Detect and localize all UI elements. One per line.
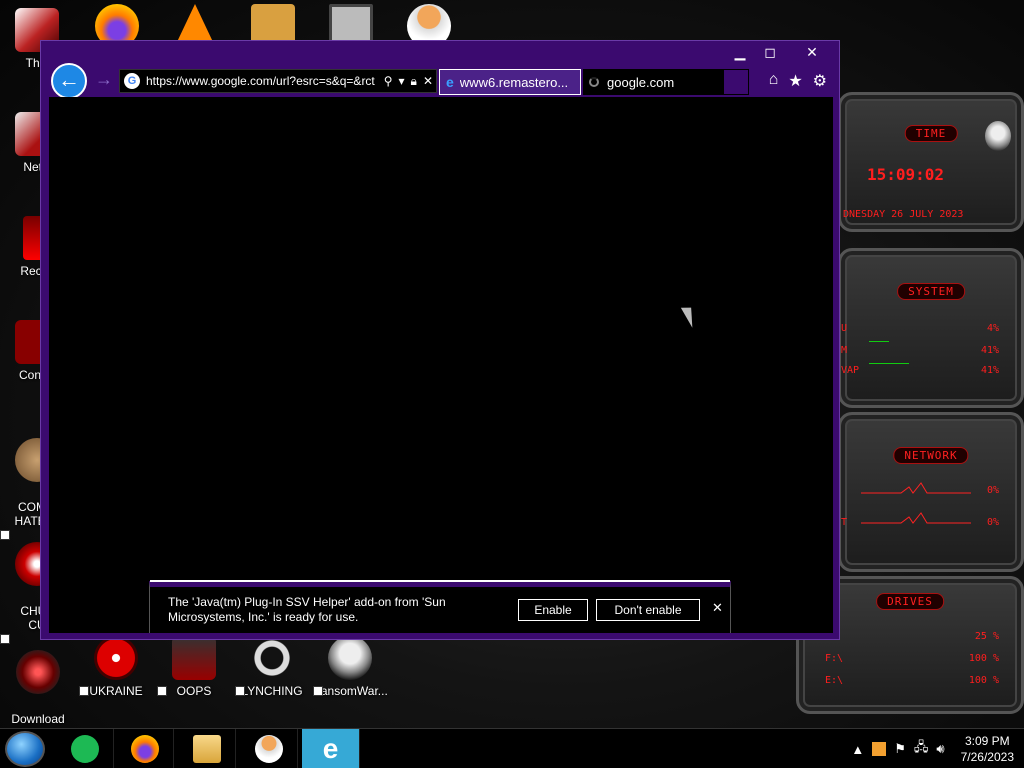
- minimize-button[interactable]: ▁: [725, 41, 755, 63]
- desktop-icon-ukraine[interactable]: UKRAINE: [77, 636, 155, 698]
- tab-google[interactable]: google.com: [583, 69, 723, 95]
- notification-close-icon[interactable]: ✕: [712, 600, 723, 616]
- browser-window: ▁ ◻ ✕ ← → G https://www.google.com/url?e…: [40, 40, 840, 640]
- loading-spinner-icon: [589, 77, 599, 87]
- time-gadget: TIME 15:09:02 DNESDAY 26 JULY 2023: [838, 92, 1024, 232]
- skull-icon: [313, 636, 372, 696]
- time-gadget-title: TIME: [904, 125, 958, 142]
- close-button[interactable]: ✕: [785, 41, 839, 63]
- taskbar-user-app[interactable]: [240, 729, 298, 768]
- folder-icon: [192, 735, 221, 763]
- sprouts-icon: [70, 735, 99, 763]
- noose-icon: [235, 636, 294, 696]
- user-icon: [254, 735, 283, 763]
- taskbar-file-explorer[interactable]: [178, 729, 236, 768]
- system-tray: ▲ ⚑ 🖧︎ 🔊︎ 3:09 PM 7/26/2023: [851, 729, 1024, 768]
- system-row-value: 41%: [980, 345, 999, 356]
- new-tab-button[interactable]: [723, 69, 749, 95]
- back-button[interactable]: ←: [51, 63, 87, 99]
- address-url[interactable]: https://www.google.com/url?esrc=s&q=&rct: [146, 74, 381, 88]
- system-bar: [869, 341, 889, 342]
- taskbar-firefox[interactable]: [116, 729, 174, 768]
- network-gadget-title: NETWORK: [893, 447, 969, 464]
- drives-row-label: E:\: [825, 675, 844, 686]
- tab-title: www6.remastero...: [459, 74, 569, 90]
- alien-skull-icon: [985, 121, 1011, 151]
- taskbar-sprouts[interactable]: [56, 729, 114, 768]
- page-content: [49, 97, 833, 633]
- drives-gadget-title: DRIVES: [876, 593, 944, 610]
- firefox-icon: [130, 735, 159, 763]
- drives-row-value: 100 %: [968, 653, 999, 664]
- system-gadget: SYSTEM U 4% M 41% VAP 41%: [838, 248, 1024, 408]
- system-row-label: M: [841, 345, 848, 356]
- volume-icon[interactable]: 🔊︎: [936, 741, 944, 757]
- desktop-icon-lynching[interactable]: LYNCHING: [233, 636, 311, 698]
- address-bar[interactable]: G https://www.google.com/url?esrc=s&q=&r…: [119, 69, 437, 93]
- action-center-flag-icon[interactable]: ⚑: [894, 741, 906, 757]
- forward-button[interactable]: →: [95, 69, 113, 90]
- drives-row-value: 100 %: [968, 675, 999, 686]
- network-graph: [861, 482, 971, 524]
- network-row-label: T: [841, 517, 848, 528]
- drives-row-label: F:\: [825, 653, 844, 664]
- drives-row-value: 25 %: [974, 631, 999, 642]
- system-row-label: VAP: [841, 365, 860, 376]
- alien-head-icon: [157, 636, 216, 696]
- tab-remastero[interactable]: e www6.remastero...: [439, 69, 581, 95]
- alien-download-icon: [1, 650, 60, 752]
- favorites-icon[interactable]: ★: [788, 71, 802, 91]
- lock-icon[interactable]: 🔒︎: [411, 74, 417, 89]
- time-gadget-date: DNESDAY 26 JULY 2023: [843, 209, 964, 220]
- window-controls: ▁ ◻ ✕: [725, 41, 839, 63]
- notification-bar: The 'Java(tm) Plug-In SSV Helper' add-on…: [149, 580, 731, 633]
- system-row-value: 4%: [986, 323, 999, 334]
- show-hidden-icons-icon[interactable]: ▲: [851, 742, 864, 757]
- network-row-value: 0%: [986, 517, 999, 528]
- internet-explorer-icon: e: [322, 733, 339, 764]
- enable-button[interactable]: Enable: [518, 599, 588, 621]
- tray-clock[interactable]: 3:09 PM 7/26/2023: [961, 733, 1014, 765]
- time-gadget-clock: 15:09:02: [867, 165, 945, 184]
- tray-date: 7/26/2023: [960, 750, 1014, 764]
- system-bar: [869, 363, 909, 364]
- stop-icon[interactable]: ✕: [423, 74, 433, 88]
- taskbar-internet-explorer[interactable]: e: [302, 729, 360, 768]
- taskbar: e ▲ ⚑ 🖧︎ 🔊︎ 3:09 PM 7/26/2023: [0, 728, 1024, 768]
- nav-icons: ⌂ ★ ⚙: [769, 71, 827, 91]
- system-row-label: U: [841, 323, 848, 334]
- tab-title: google.com: [607, 74, 675, 90]
- maximize-button[interactable]: ◻: [755, 41, 785, 63]
- system-gadget-title: SYSTEM: [897, 283, 965, 300]
- google-favicon-icon: G: [124, 73, 140, 89]
- tray-time: 3:09 PM: [964, 734, 1010, 748]
- network-gadget: NETWORK 0% T 0%: [838, 412, 1024, 572]
- desktop-icon-oops[interactable]: OOPS: [155, 636, 233, 698]
- chevron-down-icon[interactable]: ▾: [399, 74, 405, 88]
- start-button[interactable]: [5, 731, 45, 767]
- notification-message: The 'Java(tm) Plug-In SSV Helper' add-on…: [168, 595, 446, 624]
- tray-app-icon[interactable]: [872, 742, 887, 756]
- home-icon[interactable]: ⌂: [769, 71, 779, 91]
- network-row-value: 0%: [986, 485, 999, 496]
- search-icon[interactable]: ⚲: [384, 74, 393, 88]
- network-status-icon[interactable]: 🖧︎: [914, 738, 929, 760]
- dont-enable-button[interactable]: Don't enable: [596, 599, 700, 621]
- system-row-value: 41%: [980, 365, 999, 376]
- settings-icon[interactable]: ⚙: [813, 71, 827, 91]
- vlc-icon: [177, 4, 213, 42]
- radiation-icon: [79, 636, 138, 696]
- notification-divider: [150, 580, 730, 582]
- ie-favicon-icon: e: [446, 74, 454, 90]
- desktop-icon-ransomware[interactable]: RansomWar...: [311, 636, 389, 698]
